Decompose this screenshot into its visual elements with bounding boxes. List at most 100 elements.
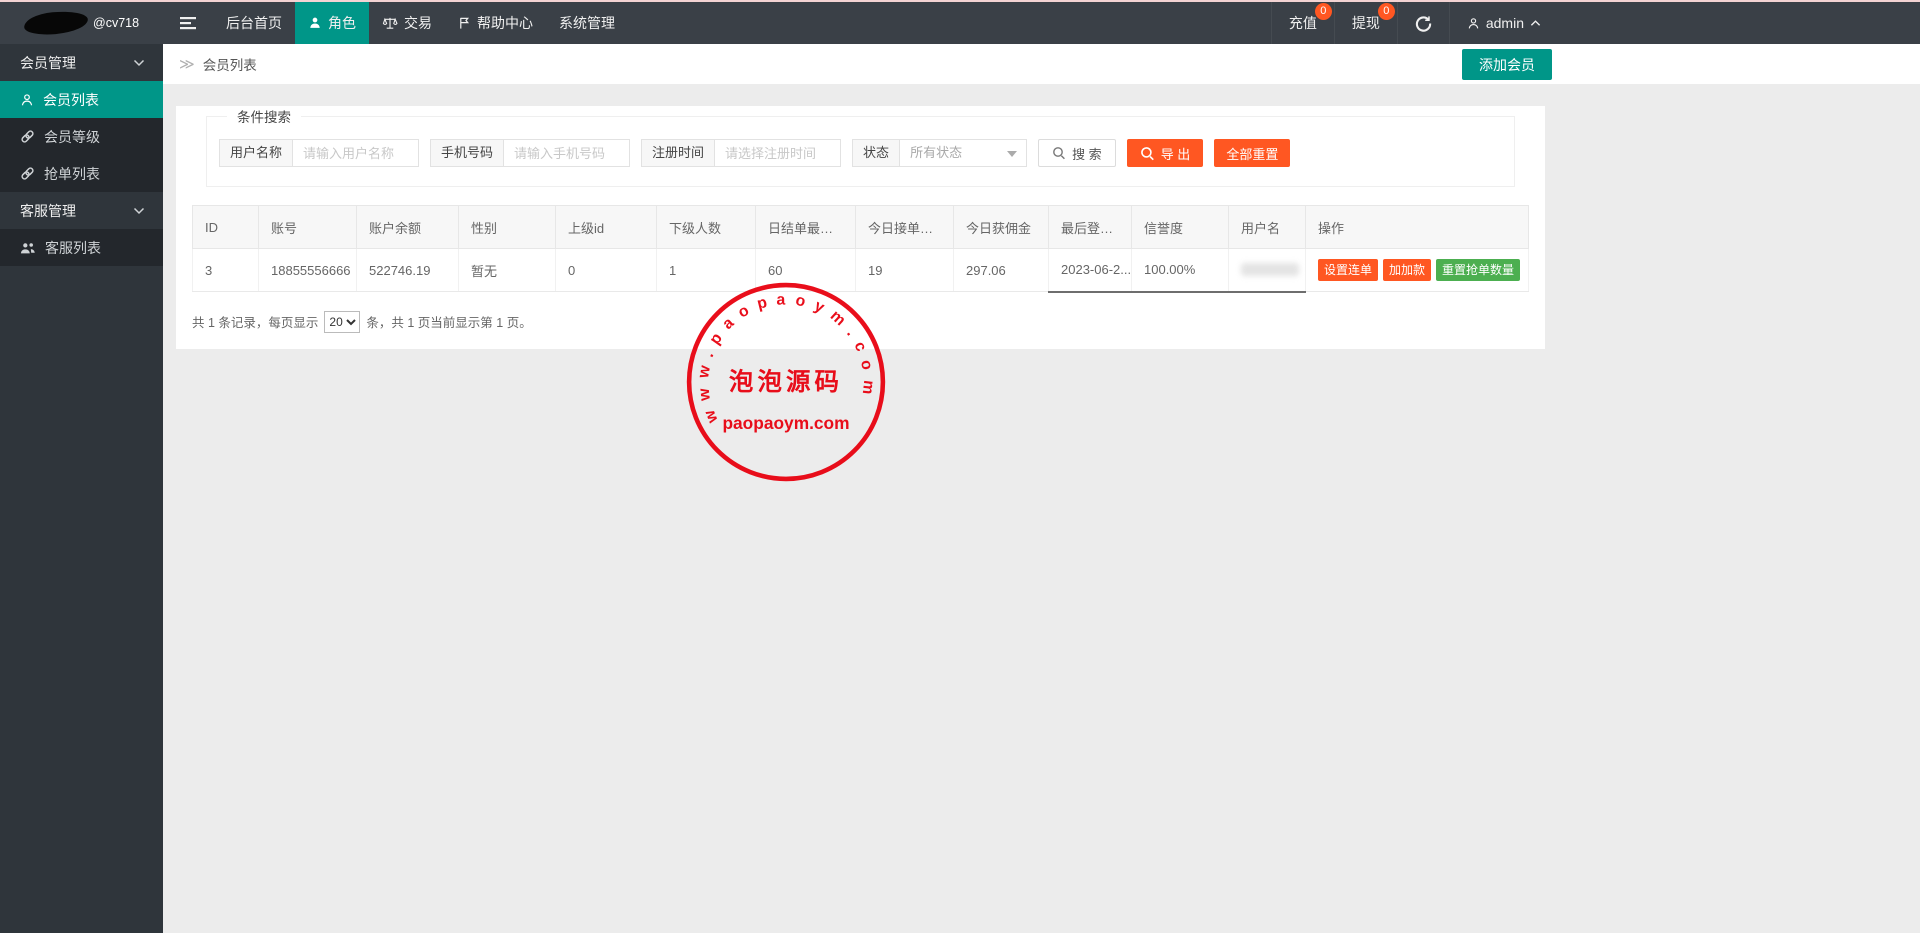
topbar-right: 充值 0 提现 0 admin bbox=[1270, 2, 1558, 44]
sidebar-item-member-level[interactable]: 会员等级 bbox=[0, 118, 163, 155]
sidebar-item-label: 客服列表 bbox=[45, 239, 101, 256]
col-header-gender: 性别 bbox=[458, 205, 556, 249]
nav-item-trades[interactable]: 交易 bbox=[369, 2, 445, 44]
nav-item-roles[interactable]: 角色 bbox=[295, 2, 369, 44]
search-button[interactable]: 搜 索 bbox=[1038, 139, 1116, 167]
top-nav: 后台首页 角色 交易 帮助中心 系统管理 bbox=[213, 2, 628, 44]
more-actions: ... bbox=[1527, 263, 1528, 277]
users-icon bbox=[20, 241, 36, 255]
nav-label: 系统管理 bbox=[559, 15, 615, 31]
nav-item-dashboard[interactable]: 后台首页 bbox=[213, 2, 295, 44]
cell-subordinates: 1 bbox=[656, 248, 756, 292]
export-button-label: 导 出 bbox=[1160, 146, 1191, 162]
phone-input[interactable] bbox=[504, 139, 631, 167]
status-field-group: 状态 所有状态 bbox=[852, 139, 1028, 167]
col-header-credit: 信誉度 bbox=[1131, 205, 1229, 249]
phone-field-label: 手机号码 bbox=[430, 139, 505, 167]
search-form: 用户名称 手机号码 注册时间 状态 所有状态 bbox=[219, 139, 1502, 167]
top-accent-line bbox=[0, 0, 1920, 2]
refresh-icon[interactable] bbox=[1396, 2, 1449, 44]
search-icon bbox=[1140, 146, 1155, 161]
search-button-label: 搜 索 bbox=[1072, 146, 1102, 162]
nav-label: 后台首页 bbox=[226, 15, 282, 31]
recharge-badge: 0 bbox=[1314, 3, 1332, 20]
sidebar-group-member-management[interactable]: 会员管理 bbox=[0, 44, 163, 81]
add-funds-button[interactable]: 加加款 bbox=[1383, 259, 1432, 281]
breadcrumb-arrows-icon: ≫ bbox=[179, 56, 195, 73]
nav-label: 交易 bbox=[404, 15, 432, 31]
cell-balance: 522746.19 bbox=[356, 248, 459, 292]
stamp-domain-text: paopaoym.com bbox=[722, 413, 849, 433]
col-header-today-orders: 今日接单数量 bbox=[855, 205, 954, 249]
col-header-account: 账号 bbox=[258, 205, 357, 249]
nav-item-system[interactable]: 系统管理 bbox=[546, 2, 628, 44]
recharge-label: 充值 bbox=[1288, 15, 1317, 31]
regtime-input[interactable] bbox=[715, 139, 842, 167]
member-list-card: 条件搜索 用户名称 手机号码 注册时间 状态 所有状态 bbox=[176, 106, 1545, 349]
logo-handle: @cv718 bbox=[93, 16, 140, 30]
nav-label: 角色 bbox=[328, 15, 356, 31]
cell-actions: 设置连单 加加款 重置抢单数量 ... bbox=[1305, 248, 1529, 292]
withdraw-button[interactable]: 提现 0 bbox=[1333, 2, 1397, 44]
regtime-field-group: 注册时间 bbox=[641, 139, 842, 167]
cell-account: 18855556666 bbox=[258, 248, 357, 292]
pagination-prefix: 共 1 条记录，每页显示 bbox=[192, 316, 319, 330]
flag-icon bbox=[458, 16, 471, 30]
username-field-group: 用户名称 bbox=[219, 139, 420, 167]
sidebar-group-label: 客服管理 bbox=[20, 202, 76, 219]
person-icon bbox=[308, 16, 322, 30]
page-size-select[interactable]: 20 bbox=[324, 310, 361, 333]
add-member-button[interactable]: 添加会员 bbox=[1462, 49, 1552, 80]
topbar: @cv718 后台首页 角色 交易 帮助中心 系统管理 充值 0 提现 0 ad… bbox=[0, 2, 1920, 44]
sidebar-item-service-list[interactable]: 客服列表 bbox=[0, 229, 163, 266]
recharge-button[interactable]: 充值 0 bbox=[1270, 2, 1334, 44]
username-input[interactable] bbox=[293, 139, 420, 167]
sidebar-group-items: 会员列表 会员等级 抢单列表 bbox=[0, 81, 163, 192]
member-table: ID 账号 账户余额 性别 上级id 下级人数 日结单最大量 今日接单数量 今日… bbox=[192, 205, 1529, 293]
col-header-subordinates: 下级人数 bbox=[656, 205, 756, 249]
sidebar-item-order-grab-list[interactable]: 抢单列表 bbox=[0, 155, 163, 192]
reset-all-button[interactable]: 全部重置 bbox=[1214, 139, 1291, 167]
withdraw-label: 提现 bbox=[1351, 15, 1380, 31]
reset-grab-count-button[interactable]: 重置抢单数量 bbox=[1436, 259, 1521, 281]
col-header-last-login: 最后登录时... bbox=[1048, 205, 1132, 249]
caret-down-icon bbox=[1007, 151, 1018, 157]
cell-today-commission: 297.06 bbox=[953, 248, 1049, 292]
admin-menu[interactable]: admin bbox=[1448, 2, 1558, 44]
nav-item-help-center[interactable]: 帮助中心 bbox=[445, 2, 546, 44]
logo-area: @cv718 bbox=[0, 2, 163, 44]
link-icon bbox=[20, 166, 35, 181]
export-button[interactable]: 导 出 bbox=[1126, 139, 1204, 167]
cell-credit: 100.00% bbox=[1131, 248, 1229, 293]
reset-button-label: 全部重置 bbox=[1226, 146, 1279, 162]
col-header-actions: 操作 bbox=[1305, 205, 1529, 249]
cell-gender: 暂无 bbox=[458, 248, 556, 292]
table-row: 3 18855556666 522746.19 暂无 0 1 60 19 297… bbox=[192, 248, 1529, 293]
main-content: ≫ 会员列表 添加会员 条件搜索 用户名称 手机号码 注册时间 bbox=[163, 0, 1920, 349]
pagination-suffix: 条，共 1 页当前显示第 1 页。 bbox=[366, 316, 532, 330]
set-combo-order-button[interactable]: 设置连单 bbox=[1318, 259, 1379, 281]
table-header-row: ID 账号 账户余额 性别 上级id 下级人数 日结单最大量 今日接单数量 今日… bbox=[192, 205, 1529, 249]
status-field-label: 状态 bbox=[852, 139, 901, 167]
col-header-parent-id: 上级id bbox=[555, 205, 657, 249]
hamburger-icon[interactable] bbox=[163, 2, 213, 44]
sidebar-item-label: 抢单列表 bbox=[44, 165, 100, 182]
sidebar-item-member-list[interactable]: 会员列表 bbox=[0, 81, 163, 118]
chevron-up-icon bbox=[1530, 19, 1541, 27]
withdraw-badge: 0 bbox=[1377, 3, 1395, 20]
sidebar-group-service-management[interactable]: 客服管理 bbox=[0, 192, 163, 229]
sidebar-item-label: 会员等级 bbox=[44, 128, 100, 145]
user-icon bbox=[1467, 17, 1480, 30]
stamp-center-text: 泡泡源码 bbox=[729, 367, 843, 396]
cell-daily-max: 60 bbox=[755, 248, 856, 292]
cell-last-login: 2023-06-2... bbox=[1048, 248, 1132, 293]
status-select[interactable]: 所有状态 bbox=[900, 139, 1028, 167]
sidebar-group-items: 客服列表 bbox=[0, 229, 163, 266]
search-fieldset: 条件搜索 用户名称 手机号码 注册时间 状态 所有状态 bbox=[206, 106, 1515, 187]
redacted-value bbox=[1241, 263, 1299, 277]
col-header-id: ID bbox=[192, 205, 259, 249]
col-header-today-commission: 今日获佣金 bbox=[953, 205, 1049, 249]
pagination: 共 1 条记录，每页显示 20 条，共 1 页当前显示第 1 页。 bbox=[192, 310, 1545, 333]
sidebar-item-label: 会员列表 bbox=[43, 91, 99, 108]
sidebar: 会员管理 会员列表 会员等级 抢单列表 客服管理 客服列表 bbox=[0, 44, 163, 933]
